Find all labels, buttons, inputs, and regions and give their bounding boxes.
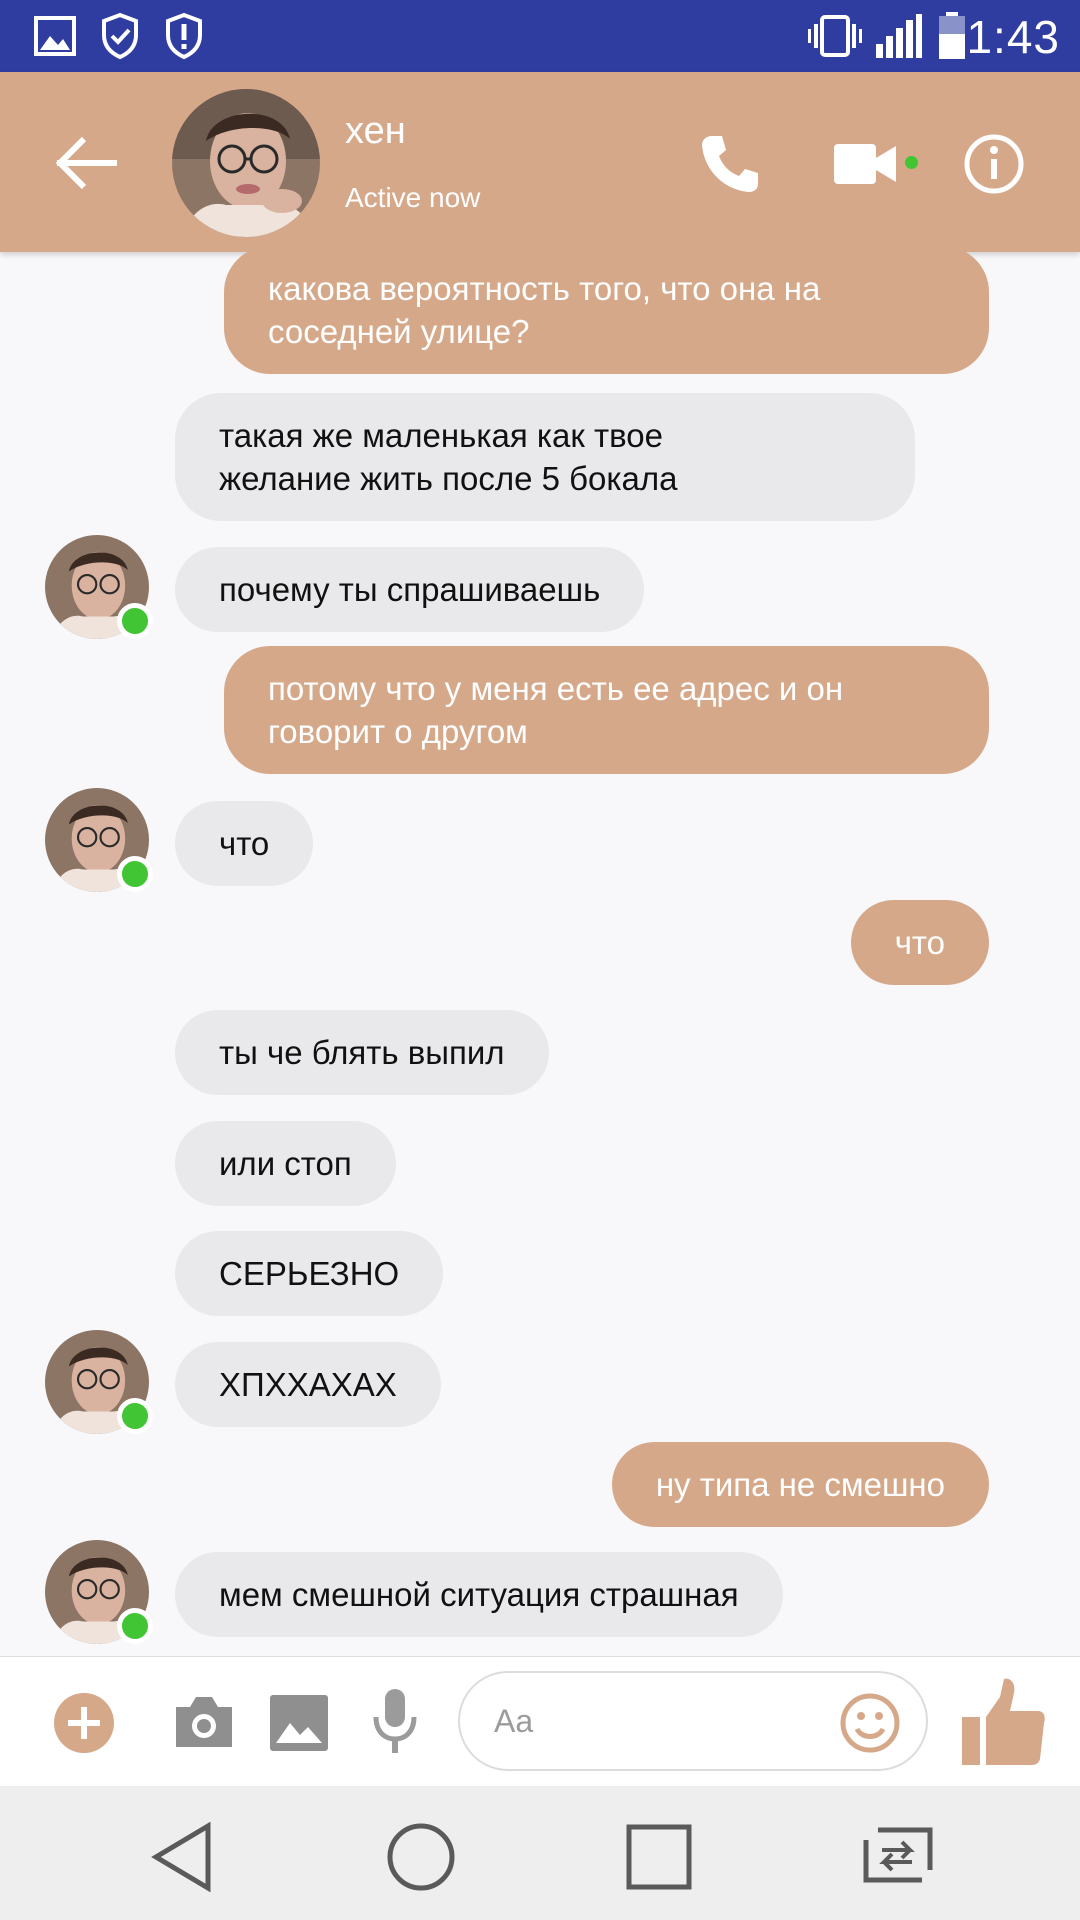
alert-shield-icon <box>166 12 202 60</box>
nav-home-icon[interactable] <box>386 1822 456 1892</box>
message-bubble-incoming[interactable]: мем смешной ситуация страшная <box>175 1552 783 1637</box>
emoji-icon[interactable] <box>840 1693 900 1753</box>
battery-icon <box>939 12 965 59</box>
contact-avatar[interactable] <box>172 89 320 237</box>
contact-name[interactable]: хен <box>345 110 406 153</box>
sender-avatar[interactable] <box>45 1330 153 1434</box>
online-dot <box>117 856 153 892</box>
message-bubble-outgoing[interactable]: ну типа не смешно <box>611 1442 989 1527</box>
contact-status: Active now <box>345 182 481 213</box>
sender-avatar[interactable] <box>45 1540 153 1644</box>
info-icon[interactable] <box>963 133 1025 195</box>
microphone-icon[interactable] <box>372 1689 418 1755</box>
nav-switch-icon[interactable] <box>856 1826 936 1886</box>
camera-icon[interactable] <box>172 1695 236 1749</box>
message-list[interactable]: какова вероятность того, что она на сосе… <box>0 252 1080 1656</box>
back-arrow-icon[interactable] <box>54 130 120 196</box>
message-bubble-outgoing[interactable]: потому что у меня есть ее адрес и он гов… <box>224 646 989 774</box>
message-bubble-incoming[interactable]: ты че блять выпил <box>175 1010 549 1095</box>
message-bubble-incoming[interactable]: СЕРЬЕЗНО <box>175 1231 444 1316</box>
vibrate-icon <box>808 15 862 57</box>
status-bar: 1:43 <box>0 0 1080 72</box>
online-indicator <box>905 156 918 169</box>
online-dot <box>117 603 153 639</box>
status-time: 1:43 <box>966 11 1060 63</box>
system-navigation-bar <box>0 1786 1080 1920</box>
conversation-header: хен Active now <box>0 72 1080 252</box>
nav-back-icon[interactable] <box>150 1822 214 1892</box>
message-bubble-incoming[interactable]: что <box>175 801 314 886</box>
phone-icon[interactable] <box>698 132 762 196</box>
message-input[interactable]: Aa <box>458 1671 928 1771</box>
message-bubble-incoming[interactable]: ХПХХАХАХ <box>175 1342 441 1427</box>
online-dot <box>117 1398 153 1434</box>
message-input-placeholder: Aa <box>494 1703 534 1739</box>
message-bubble-incoming[interactable]: или стоп <box>175 1121 396 1206</box>
online-dot <box>117 1608 153 1644</box>
video-call-icon[interactable] <box>834 140 898 188</box>
message-bubble-incoming[interactable]: почему ты спрашиваешь <box>175 547 645 632</box>
image-icon[interactable] <box>270 1695 328 1751</box>
sender-avatar[interactable] <box>45 788 153 892</box>
add-icon[interactable] <box>53 1692 115 1754</box>
signal-icon <box>876 14 922 58</box>
thumbs-up-icon[interactable] <box>960 1675 1046 1767</box>
shield-check-icon <box>102 12 138 60</box>
gallery-notification-icon <box>34 16 76 56</box>
message-bubble-incoming[interactable]: такая же маленькая как твое желание жить… <box>175 393 915 521</box>
nav-recents-icon[interactable] <box>626 1824 692 1890</box>
sender-avatar[interactable] <box>45 535 153 639</box>
message-bubble-outgoing[interactable]: какова вероятность того, что она на сосе… <box>224 252 989 374</box>
message-composer: Aa <box>0 1656 1080 1788</box>
message-bubble-outgoing[interactable]: что <box>850 900 989 985</box>
